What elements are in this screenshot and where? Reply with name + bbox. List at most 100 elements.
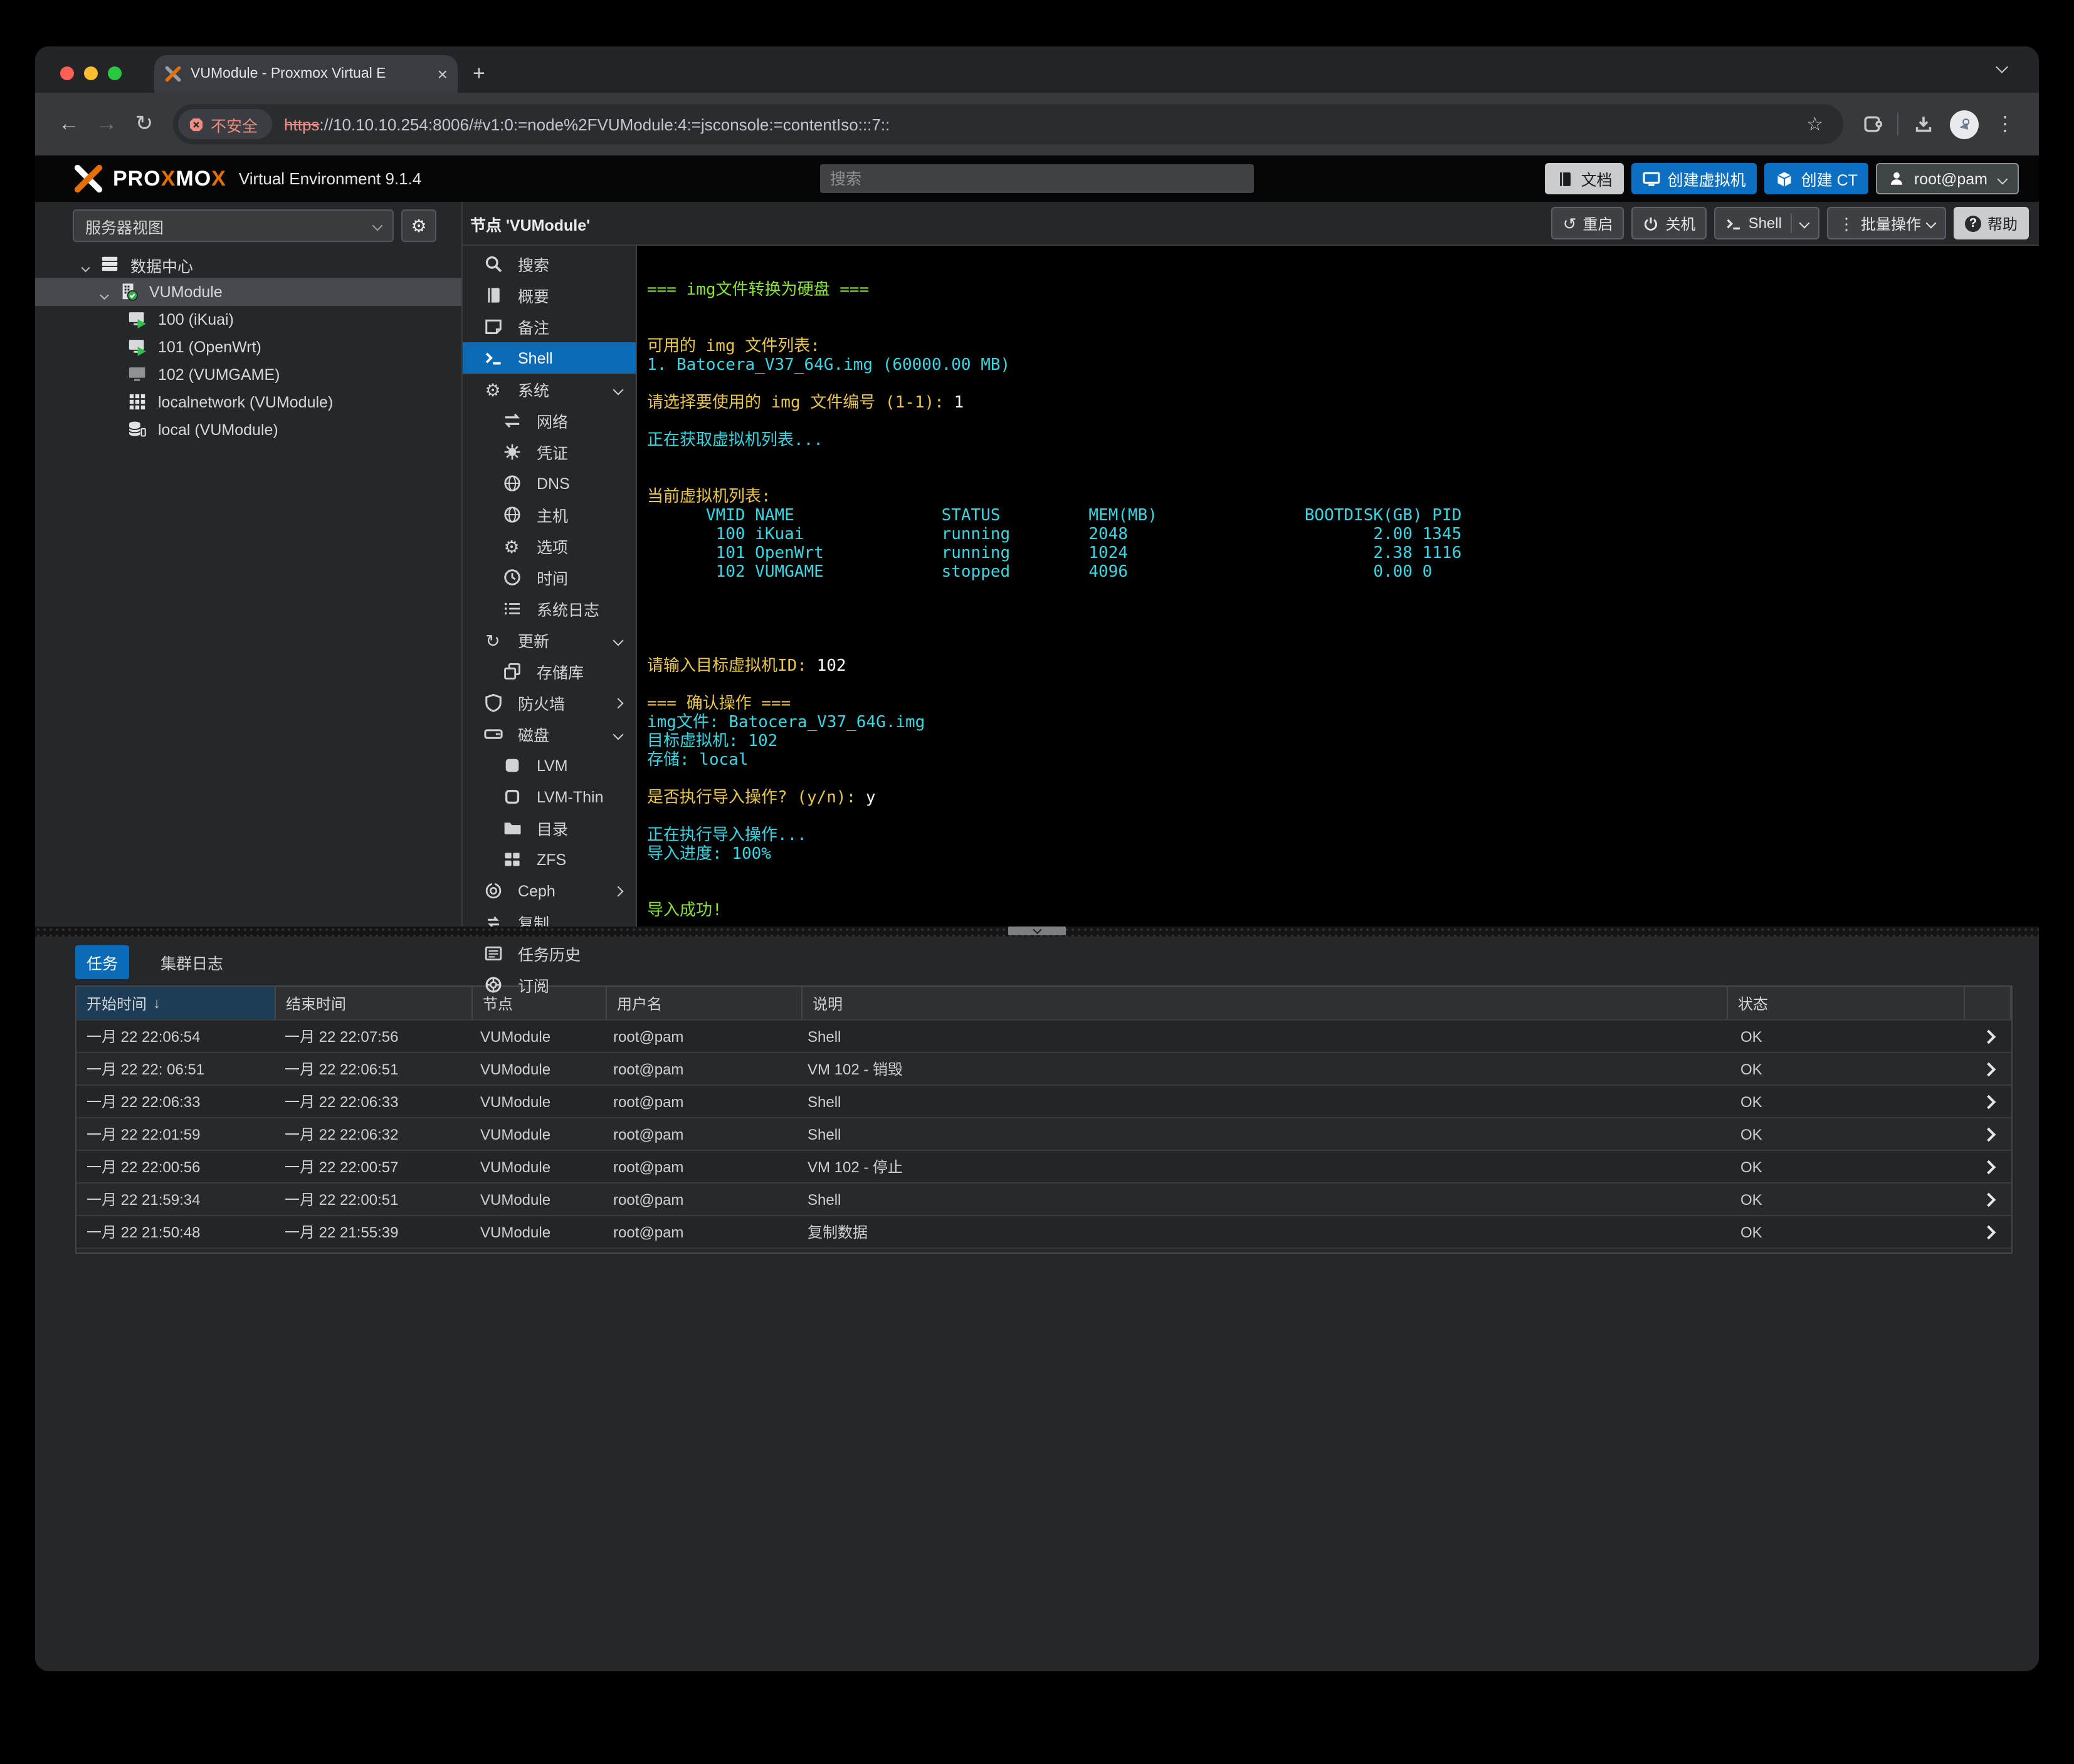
documentation-button[interactable]: 文档 <box>1545 163 1624 194</box>
profile-avatar[interactable] <box>1950 110 1979 139</box>
chevron-right-icon <box>613 886 624 896</box>
column-header-label: 说明 <box>813 992 843 1014</box>
task-detail-chevron[interactable] <box>1966 1053 2011 1084</box>
tab-close-icon[interactable]: × <box>438 65 448 83</box>
user-menu-button[interactable]: root@pam <box>1877 163 2019 194</box>
shell-terminal[interactable]: === img文件转换为硬盘 ===可用的 img 文件列表:1. Batoce… <box>637 246 2039 927</box>
menu-item-[interactable]: ⚙选项 <box>463 530 636 562</box>
shutdown-button[interactable]: 关机 <box>1632 207 1707 239</box>
menu-item-[interactable]: 存储库 <box>463 656 636 687</box>
menu-item-zfs[interactable]: ZFS <box>463 844 636 875</box>
task-detail-chevron[interactable] <box>1966 1118 2011 1150</box>
reload-button[interactable]: ↻ <box>125 112 163 137</box>
book-icon <box>1556 170 1574 187</box>
close-window-button[interactable] <box>60 66 74 80</box>
tab-tasks[interactable]: 任务 <box>75 945 129 979</box>
menu-item-lvm[interactable]: LVM <box>463 750 636 781</box>
menu-item-[interactable]: 凭证 <box>463 436 636 468</box>
documentation-label: 文档 <box>1581 167 1613 191</box>
extensions-icon[interactable] <box>1853 114 1891 134</box>
menu-item-[interactable]: 目录 <box>463 812 636 844</box>
toolbar-separator <box>1897 113 1898 135</box>
minimize-window-button[interactable] <box>84 66 98 80</box>
menu-item-[interactable]: 任务历史 <box>463 938 636 969</box>
bulk-actions-button[interactable]: ⋮批量操作 <box>1827 207 1946 239</box>
terminal-line: 存储: local <box>647 751 2039 770</box>
storage-icon <box>128 420 149 440</box>
tree-expander-icon[interactable] <box>83 256 100 273</box>
download-icon[interactable] <box>1905 114 1942 134</box>
create-ct-button[interactable]: 创建 CT <box>1765 163 1869 194</box>
security-badge[interactable]: 不安全 <box>178 109 271 139</box>
tree-item-vumodule[interactable]: VUModule <box>35 278 461 306</box>
tree-expander-icon[interactable] <box>102 283 119 301</box>
column-header-1[interactable]: 结束时间 <box>276 987 473 1019</box>
global-search-input[interactable] <box>820 164 1254 193</box>
menu-item-[interactable]: 订阅 <box>463 969 636 1000</box>
column-header-0[interactable]: 开始时间↓ <box>76 987 276 1019</box>
menu-item-[interactable]: 搜索 <box>463 248 636 280</box>
task-detail-chevron[interactable] <box>1966 1151 2011 1182</box>
menu-item-label: 防火墙 <box>518 691 565 715</box>
task-row[interactable]: 一月 22 21:50:48一月 22 21:55:39VUModuleroot… <box>76 1215 2011 1247</box>
menu-item-[interactable]: ↻更新 <box>463 624 636 656</box>
browser-tab[interactable]: VUModule - Proxmox Virtual E × <box>154 55 458 93</box>
task-detail-chevron[interactable] <box>1966 1086 2011 1117</box>
column-header-4[interactable]: 说明 <box>803 987 1728 1019</box>
tree-item-102-vumgame[interactable]: 102 (VUMGAME) <box>35 361 461 389</box>
help-button[interactable]: ?帮助 <box>1954 207 2029 239</box>
forward-button[interactable]: → <box>88 112 125 137</box>
tree-settings-button[interactable]: ⚙ <box>401 209 436 242</box>
restart-button[interactable]: ↺重启 <box>1552 207 1624 239</box>
menu-item-[interactable]: 主机 <box>463 499 636 530</box>
menu-item-dns[interactable]: DNS <box>463 468 636 499</box>
menu-item-[interactable]: 时间 <box>463 562 636 593</box>
menu-item-[interactable]: 防火墙 <box>463 687 636 718</box>
zoom-window-button[interactable] <box>108 66 122 80</box>
menu-kebab-icon[interactable]: ⋮ <box>1986 112 2024 137</box>
create-vm-button[interactable]: 创建虚拟机 <box>1631 163 1757 194</box>
task-row[interactable]: 一月 22 21:59:34一月 22 22:00:51VUModuleroot… <box>76 1182 2011 1215</box>
new-tab-button[interactable]: + <box>473 63 485 84</box>
task-detail-chevron[interactable] <box>1966 1216 2011 1247</box>
bookmark-star-icon[interactable]: ☆ <box>1791 113 1838 135</box>
task-detail-chevron[interactable] <box>1966 1249 2011 1254</box>
task-row[interactable]: 一月 22 22:01:59一月 22 22:06:32VUModuleroot… <box>76 1117 2011 1150</box>
column-header-3[interactable]: 用户名 <box>607 987 803 1019</box>
menu-item-[interactable]: ⚙系统 <box>463 374 636 405</box>
column-header-5[interactable]: 状态 <box>1728 987 1965 1019</box>
task-row[interactable]: 一月 22 22:06:54一月 22 22:07:56VUModuleroot… <box>76 1019 2011 1052</box>
view-selector-label: 服务器视图 <box>85 214 164 238</box>
menu-item-[interactable]: 磁盘 <box>463 718 636 750</box>
task-row[interactable]: 一月 22 22:00:56一月 22 22:00:57VUModuleroot… <box>76 1150 2011 1182</box>
menu-item-label: DNS <box>537 475 570 492</box>
menu-item-[interactable]: 备注 <box>463 311 636 342</box>
menu-item-label: 目录 <box>537 816 568 840</box>
view-selector[interactable]: 服务器视图 <box>73 209 394 242</box>
menu-item-[interactable]: 网络 <box>463 405 636 436</box>
splitter-handle[interactable] <box>1008 927 1066 935</box>
panel-splitter[interactable] <box>35 927 2039 937</box>
task-detail-chevron[interactable] <box>1966 1021 2011 1052</box>
menu-item-shell[interactable]: Shell <box>463 342 636 374</box>
tree-item-100-ikuai[interactable]: 100 (iKuai) <box>35 306 461 333</box>
menu-item-[interactable]: 概要 <box>463 280 636 311</box>
task-row[interactable]: 复制数据 <box>76 1247 2011 1254</box>
tab-cluster-log[interactable]: 集群日志 <box>149 945 234 979</box>
menu-item-[interactable]: 系统日志 <box>463 593 636 624</box>
menu-item-lvm-thin[interactable]: LVM-Thin <box>463 781 636 812</box>
user-icon <box>1889 171 1907 187</box>
tree-item-localnetwork-vumodule[interactable]: localnetwork (VUModule) <box>35 389 461 416</box>
tree-item-local-vumodule[interactable]: local (VUModule) <box>35 416 461 444</box>
task-row[interactable]: 一月 22 22:06:33一月 22 22:06:33VUModuleroot… <box>76 1084 2011 1117</box>
tree-item-101-openwrt[interactable]: 101 (OpenWrt) <box>35 333 461 361</box>
chevron-right-icon <box>613 698 624 708</box>
back-button[interactable]: ← <box>50 112 88 137</box>
tab-search-chevron-icon[interactable] <box>1998 55 2006 78</box>
tree-item-[interactable]: 数据中心 <box>35 251 461 278</box>
task-row[interactable]: 一月 22 22: 06:51一月 22 22:06:51VUModuleroo… <box>76 1052 2011 1084</box>
address-bar[interactable]: 不安全 https://10.10.10.254:8006/#v1:0:=nod… <box>173 104 1843 144</box>
menu-item-ceph[interactable]: Ceph <box>463 875 636 906</box>
shell-button[interactable]: Shell <box>1715 207 1819 239</box>
task-detail-chevron[interactable] <box>1966 1184 2011 1215</box>
